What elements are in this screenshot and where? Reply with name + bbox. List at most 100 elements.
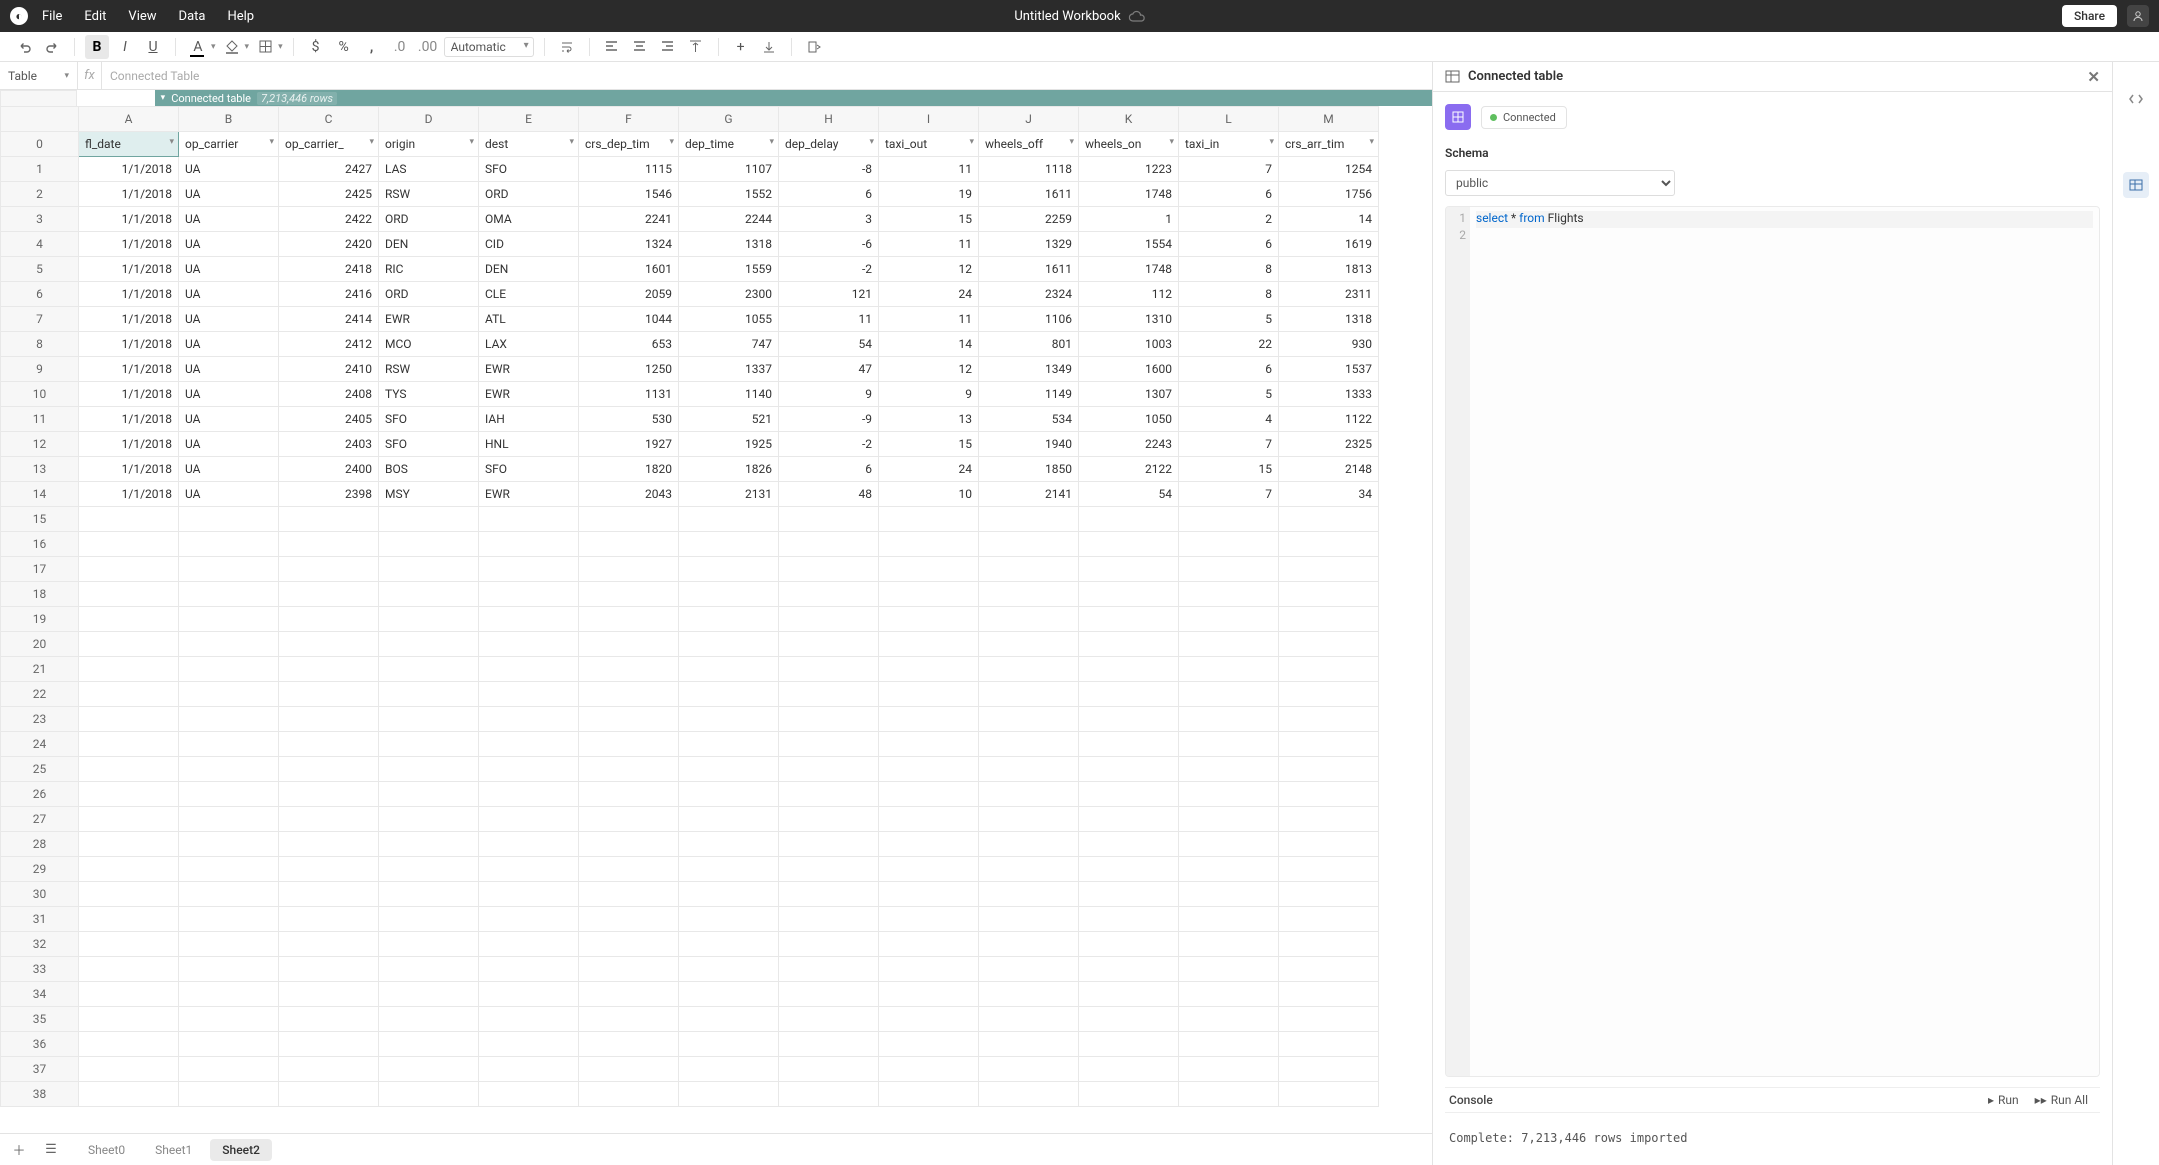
cell[interactable]: [179, 982, 279, 1007]
cell[interactable]: [879, 732, 979, 757]
redo-button[interactable]: [40, 35, 64, 59]
cell[interactable]: [579, 857, 679, 882]
cell[interactable]: [279, 657, 379, 682]
cell[interactable]: [479, 782, 579, 807]
cell[interactable]: 6: [779, 457, 879, 482]
cell[interactable]: 15: [879, 432, 979, 457]
cell[interactable]: [979, 832, 1079, 857]
cell[interactable]: [679, 1082, 779, 1107]
cell[interactable]: [479, 557, 579, 582]
cell[interactable]: [179, 532, 279, 557]
cell[interactable]: [379, 1057, 479, 1082]
cell[interactable]: [1079, 532, 1179, 557]
cell[interactable]: [1279, 882, 1379, 907]
name-box[interactable]: Table ▾: [0, 62, 78, 89]
cell[interactable]: [679, 1032, 779, 1057]
cell[interactable]: [79, 957, 179, 982]
cell[interactable]: 1329: [979, 232, 1079, 257]
row-header[interactable]: 18: [1, 582, 79, 607]
column-header[interactable]: C: [279, 107, 379, 132]
cell[interactable]: [479, 907, 579, 932]
cell[interactable]: [1279, 657, 1379, 682]
cell[interactable]: [479, 507, 579, 532]
cell[interactable]: HNL: [479, 432, 579, 457]
borders-button[interactable]: [253, 35, 277, 59]
cell[interactable]: [579, 707, 679, 732]
cell[interactable]: 11: [879, 232, 979, 257]
cell[interactable]: 1537: [1279, 357, 1379, 382]
cell[interactable]: EWR: [479, 357, 579, 382]
cell[interactable]: [679, 1007, 779, 1032]
column-header[interactable]: F: [579, 107, 679, 132]
cell[interactable]: 801: [979, 332, 1079, 357]
field-header[interactable]: dep_time▾: [679, 132, 779, 157]
cell[interactable]: 7: [1179, 157, 1279, 182]
workbook-title[interactable]: Untitled Workbook: [1014, 9, 1120, 24]
row-header[interactable]: 35: [1, 1007, 79, 1032]
cell[interactable]: [1079, 857, 1179, 882]
cell[interactable]: [1279, 982, 1379, 1007]
cell[interactable]: [679, 632, 779, 657]
cell[interactable]: [279, 707, 379, 732]
column-header[interactable]: I: [879, 107, 979, 132]
cell[interactable]: 1/1/2018: [79, 282, 179, 307]
cell[interactable]: [779, 757, 879, 782]
cell[interactable]: [1079, 1057, 1179, 1082]
cell[interactable]: [679, 707, 779, 732]
formula-input[interactable]: [102, 62, 1432, 89]
field-header[interactable]: origin▾: [379, 132, 479, 157]
cell[interactable]: [679, 657, 779, 682]
field-header[interactable]: dest▾: [479, 132, 579, 157]
row-header[interactable]: 15: [1, 507, 79, 532]
cell[interactable]: 1050: [1079, 407, 1179, 432]
cell[interactable]: [1079, 582, 1179, 607]
fill-color-button[interactable]: [220, 35, 244, 59]
cell[interactable]: [1079, 557, 1179, 582]
cell[interactable]: 12: [879, 357, 979, 382]
cell[interactable]: RSW: [379, 357, 479, 382]
row-header[interactable]: 3: [1, 207, 79, 232]
cell[interactable]: 1149: [979, 382, 1079, 407]
cell[interactable]: [879, 507, 979, 532]
cell[interactable]: 1940: [979, 432, 1079, 457]
cell[interactable]: [579, 1082, 679, 1107]
cell[interactable]: [879, 982, 979, 1007]
cell[interactable]: [979, 1082, 1079, 1107]
cell[interactable]: LAX: [479, 332, 579, 357]
cell[interactable]: [979, 857, 1079, 882]
cell[interactable]: [479, 607, 579, 632]
cell[interactable]: 1554: [1079, 232, 1179, 257]
cell[interactable]: [279, 1057, 379, 1082]
cell[interactable]: [279, 1082, 379, 1107]
cell[interactable]: 6: [779, 182, 879, 207]
cell[interactable]: 1107: [679, 157, 779, 182]
cell[interactable]: [1179, 832, 1279, 857]
cell[interactable]: [1279, 907, 1379, 932]
chevron-down-icon[interactable]: ▾: [169, 137, 174, 147]
cell[interactable]: [779, 982, 879, 1007]
run-button[interactable]: ▸Run: [1980, 1091, 2027, 1109]
cell[interactable]: [579, 957, 679, 982]
cell[interactable]: [279, 732, 379, 757]
cell[interactable]: 47: [779, 357, 879, 382]
cell[interactable]: [579, 507, 679, 532]
valign-top-button[interactable]: [684, 35, 708, 59]
cell[interactable]: [1079, 682, 1179, 707]
cell[interactable]: [179, 832, 279, 857]
chevron-down-icon[interactable]: ▾: [769, 137, 774, 147]
cell[interactable]: 54: [1079, 482, 1179, 507]
cell[interactable]: UA: [179, 382, 279, 407]
cell[interactable]: [1279, 682, 1379, 707]
cell[interactable]: [379, 1082, 479, 1107]
cell[interactable]: [1179, 782, 1279, 807]
cell[interactable]: 112: [1079, 282, 1179, 307]
cell[interactable]: [379, 632, 479, 657]
run-all-button[interactable]: ▸▸Run All: [2027, 1091, 2096, 1109]
cell[interactable]: [579, 882, 679, 907]
cell[interactable]: [1179, 657, 1279, 682]
cell[interactable]: [279, 857, 379, 882]
cell[interactable]: 2400: [279, 457, 379, 482]
cell[interactable]: SFO: [379, 432, 479, 457]
cell[interactable]: [579, 682, 679, 707]
cell[interactable]: [579, 757, 679, 782]
